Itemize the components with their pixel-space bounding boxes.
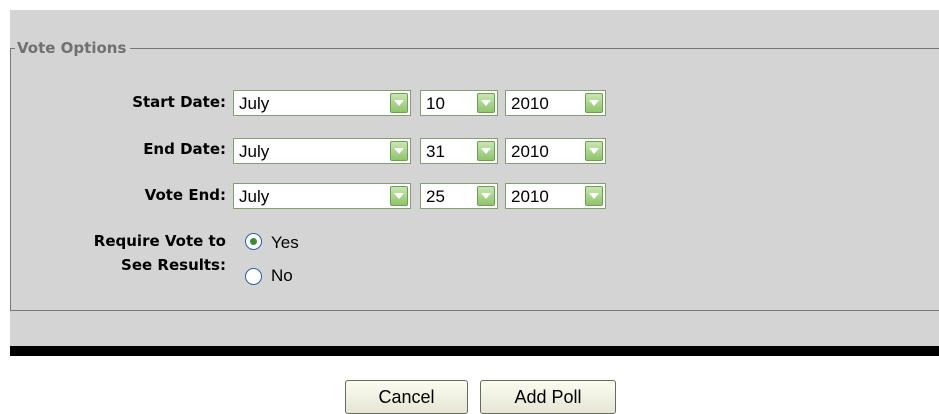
- start-date-day-select[interactable]: 10: [420, 90, 498, 116]
- chevron-down-icon[interactable]: [390, 186, 408, 206]
- vote-end-day-select[interactable]: 25: [420, 183, 498, 209]
- add-poll-button[interactable]: Add Poll: [480, 380, 616, 414]
- chevron-down-icon[interactable]: [390, 141, 408, 161]
- separator-bar: [10, 346, 939, 356]
- require-vote-label-line2: See Results:: [121, 256, 226, 274]
- chevron-down-icon[interactable]: [585, 186, 603, 206]
- start-date-year-select[interactable]: 2010: [505, 90, 606, 116]
- end-date-label: End Date:: [143, 140, 226, 158]
- require-vote-no-label[interactable]: No: [271, 266, 293, 286]
- vote-end-month-select[interactable]: July: [233, 183, 411, 209]
- end-date-day-value: 31: [426, 142, 445, 161]
- end-date-year-value: 2010: [511, 142, 549, 161]
- require-vote-yes-radio[interactable]: [245, 233, 262, 250]
- start-date-label: Start Date:: [132, 93, 226, 111]
- chevron-down-icon[interactable]: [477, 141, 495, 161]
- require-vote-no-radio[interactable]: [245, 268, 262, 285]
- end-date-month-value: July: [239, 142, 270, 161]
- end-date-year-select[interactable]: 2010: [505, 138, 606, 164]
- chevron-down-icon[interactable]: [390, 93, 408, 113]
- vote-end-label: Vote End:: [144, 186, 226, 204]
- vote-end-month-value: July: [239, 187, 270, 206]
- end-date-day-select[interactable]: 31: [420, 138, 498, 164]
- chevron-down-icon[interactable]: [585, 93, 603, 113]
- start-date-month-select[interactable]: July: [233, 90, 411, 116]
- start-date-year-value: 2010: [511, 94, 549, 113]
- vote-end-year-select[interactable]: 2010: [505, 183, 606, 209]
- vote-end-day-value: 25: [426, 187, 445, 206]
- start-date-month-value: July: [239, 94, 270, 113]
- end-date-month-select[interactable]: July: [233, 138, 411, 164]
- chevron-down-icon[interactable]: [477, 93, 495, 113]
- require-vote-yes-label[interactable]: Yes: [271, 233, 299, 253]
- require-vote-label-line1: Require Vote to: [93, 232, 226, 250]
- start-date-day-value: 10: [426, 94, 445, 113]
- chevron-down-icon[interactable]: [585, 141, 603, 161]
- cancel-button[interactable]: Cancel: [345, 380, 468, 414]
- chevron-down-icon[interactable]: [477, 186, 495, 206]
- fieldset-legend: Vote Options: [15, 39, 131, 57]
- vote-end-year-value: 2010: [511, 187, 549, 206]
